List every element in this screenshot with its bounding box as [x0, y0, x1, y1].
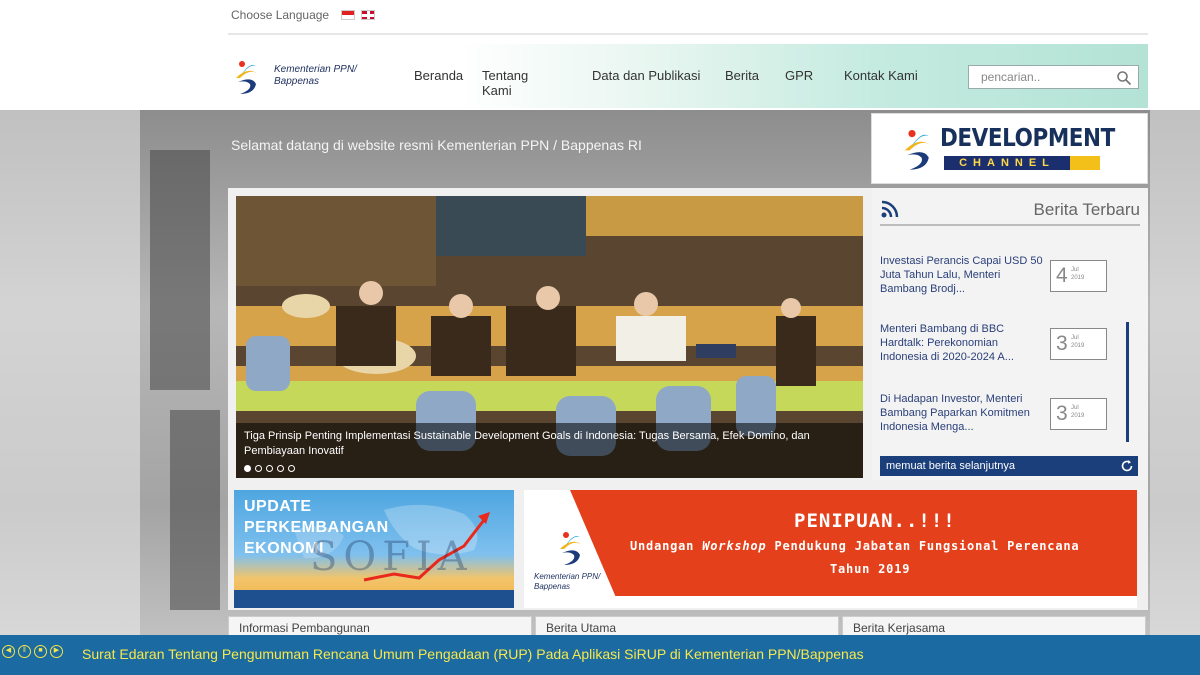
hero-caption-text: Tiga Prinsip Penting Implementasi Sustai…: [244, 430, 810, 457]
logo-text-line1: Kementerian PPN/: [274, 64, 357, 75]
rss-icon[interactable]: [880, 199, 900, 219]
background-pillar: [150, 150, 210, 390]
refresh-icon: [1121, 460, 1133, 472]
nav-tentang-kami[interactable]: Tentang Kami: [482, 68, 528, 98]
news-item-text[interactable]: Menteri Bambang di BBC Hardtalk: Perekon…: [880, 322, 1045, 364]
hero-slider[interactable]: Tiga Prinsip Penting Implementasi Sustai…: [236, 196, 863, 478]
nav-kontak-kami[interactable]: Kontak Kami: [844, 68, 924, 83]
search-icon[interactable]: [1116, 70, 1132, 86]
banner-logo-text: Kementerian PPN/ Bappenas: [534, 572, 601, 591]
fraud-warning-line1: Undangan Workshop Pendukung Jabatan Fung…: [630, 539, 1080, 553]
ticker-prev-icon[interactable]: ◀: [2, 645, 15, 658]
nav-gpr[interactable]: GPR: [785, 68, 813, 83]
news-item[interactable]: Di Hadapan Investor, Menteri Bambang Pap…: [880, 392, 1120, 450]
bappenas-logo-icon: [560, 532, 582, 565]
news-item-text[interactable]: Di Hadapan Investor, Menteri Bambang Pap…: [880, 392, 1045, 434]
load-more-news-button[interactable]: memuat berita selanjutnya: [880, 456, 1138, 476]
development-channel-title: DEVELOPMENT: [940, 123, 1115, 152]
banner-stripe: [234, 590, 514, 608]
news-date-month: Jul 2019: [1071, 267, 1085, 281]
news-item[interactable]: Investasi Perancis Capai USD 50 Juta Tah…: [880, 254, 1120, 312]
update-line1: UPDATE: [244, 498, 312, 515]
development-channel-banner[interactable]: DEVELOPMENT CHANNEL: [871, 113, 1148, 184]
slider-dot[interactable]: [277, 465, 284, 472]
news-date-month: Jul 2019: [1071, 335, 1085, 349]
nav-beranda[interactable]: Beranda: [414, 68, 463, 83]
load-more-label: memuat berita selanjutnya: [886, 460, 1016, 472]
news-date-badge: 3 Jul 2019: [1050, 328, 1107, 360]
ticker-controls: ◀ ‖ ■ ▶: [2, 645, 63, 658]
nav-data-dan-publikasi[interactable]: Data dan Publikasi: [592, 68, 722, 83]
latest-news-panel: Berita Terbaru Investasi Perancis Capai …: [872, 188, 1148, 480]
bappenas-logo-icon: [904, 130, 932, 170]
news-date-badge: 4 Jul 2019: [1050, 260, 1107, 292]
english-flag-icon[interactable]: [361, 10, 376, 20]
language-label: Choose Language: [231, 8, 330, 22]
news-ticker: ◀ ‖ ■ ▶ Surat Edaran Tentang Pengumuman …: [0, 635, 1200, 675]
slider-dot[interactable]: [266, 465, 273, 472]
ticker-pause-icon[interactable]: ‖: [18, 645, 31, 658]
navbar: Kementerian PPN/ Bappenas Beranda Tentan…: [228, 44, 1148, 108]
ticker-stop-icon[interactable]: ■: [34, 645, 47, 658]
economic-update-banner[interactable]: UPDATE PERKEMBANGAN EKONOMI SOFIA: [234, 490, 514, 608]
background-pillar: [170, 410, 220, 610]
fraud-warning-line2: Tahun 2019: [830, 562, 911, 576]
slider-dot[interactable]: [244, 465, 251, 472]
fraud-warning-title: PENIPUAN..!!!: [794, 510, 956, 532]
news-item-text[interactable]: Investasi Perancis Capai USD 50 Juta Tah…: [880, 254, 1045, 296]
slider-dots: [244, 465, 295, 472]
latest-news-header: Berita Terbaru: [880, 196, 1140, 226]
news-scrollbar[interactable]: [1126, 322, 1129, 442]
news-date-badge: 3 Jul 2019: [1050, 398, 1107, 430]
news-item[interactable]: Menteri Bambang di BBC Hardtalk: Perekon…: [880, 322, 1120, 380]
latest-news-title: Berita Terbaru: [1033, 200, 1140, 219]
news-date-month: Jul 2019: [1071, 405, 1085, 419]
hero-caption[interactable]: Tiga Prinsip Penting Implementasi Sustai…: [236, 423, 863, 478]
fraud-warning-banner[interactable]: Kementerian PPN/ Bappenas PENIPUAN..!!! …: [524, 490, 1137, 608]
background-panel: [0, 110, 140, 675]
search-box: [968, 65, 1139, 89]
ticker-next-icon[interactable]: ▶: [50, 645, 63, 658]
slider-dot[interactable]: [255, 465, 262, 472]
slider-dot[interactable]: [288, 465, 295, 472]
ticker-text[interactable]: Surat Edaran Tentang Pengumuman Rencana …: [82, 646, 864, 662]
sofia-watermark: SOFIA: [310, 534, 473, 580]
logo-text-line2: Bappenas: [274, 76, 320, 87]
news-date-day: 3: [1056, 402, 1068, 425]
news-date-day: 3: [1056, 332, 1068, 355]
header-divider: [228, 33, 1148, 35]
top-header: Choose Language Kementerian PPN/ Bappena…: [0, 0, 1200, 110]
news-date-day: 4: [1056, 264, 1068, 287]
background-panel: [1150, 110, 1200, 675]
nav-berita[interactable]: Berita: [725, 68, 759, 83]
welcome-text: Selamat datang di website resmi Kementer…: [231, 137, 642, 153]
development-channel-subtitle: CHANNEL: [944, 156, 1100, 170]
language-selector: Choose Language: [231, 8, 376, 22]
bappenas-logo-icon[interactable]: [232, 56, 262, 96]
search-input[interactable]: [969, 66, 1109, 88]
logo-text: Kementerian PPN/ Bappenas: [274, 64, 357, 88]
indonesian-flag-icon[interactable]: [341, 10, 356, 20]
